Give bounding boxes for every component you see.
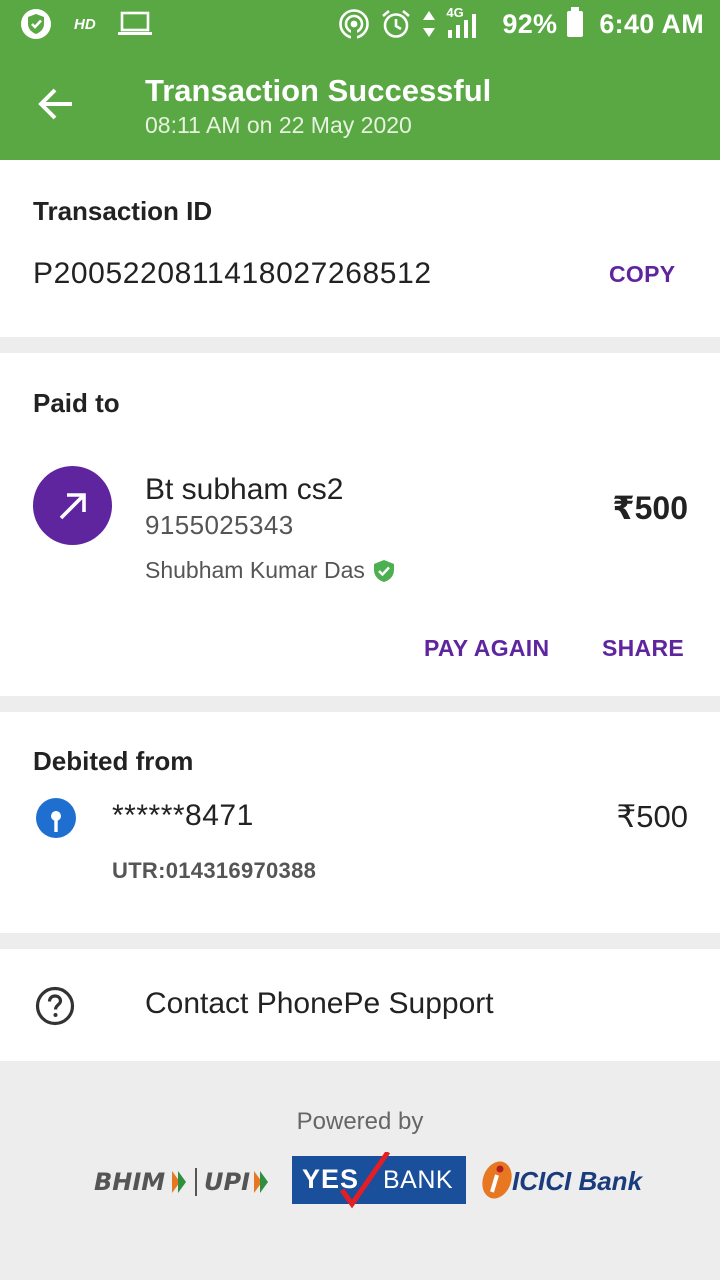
- powered-by-label: Powered by: [296, 1108, 424, 1135]
- back-arrow-icon[interactable]: [37, 85, 75, 123]
- payee-name: Bt subham cs2: [145, 473, 344, 506]
- bank-logo-text: BANK: [383, 1166, 454, 1194]
- battery-percent: 92%: [502, 8, 558, 39]
- signal-strength: 4G: [446, 5, 482, 40]
- transaction-datetime: 08:11 AM on 22 May 2020: [145, 112, 412, 138]
- partner-logos: BHIM UPI YES BANK ICICI Bank: [0, 1148, 720, 1212]
- debited-from-label: Debited from: [33, 746, 194, 776]
- app-header: Transaction Successful 08:11 AM on 22 Ma…: [0, 48, 720, 160]
- payee-avatar: [33, 466, 112, 545]
- shield-check-icon: [21, 9, 51, 39]
- bank-logo-icon: [36, 798, 76, 838]
- icici-logo-text: ICICI Bank: [512, 1166, 643, 1196]
- back-button[interactable]: [30, 78, 82, 130]
- status-bar: HD 4G 92% 6:40 AM: [0, 0, 720, 48]
- paid-amount: ₹500: [612, 490, 688, 526]
- hd-indicator: HD: [74, 15, 96, 33]
- debited-from-card: Debited from ******8471 UTR:014316970388…: [0, 712, 720, 933]
- icici-mark-icon: [482, 1161, 512, 1199]
- pay-again-button[interactable]: PAY AGAIN: [424, 635, 549, 662]
- battery-icon: [567, 7, 584, 37]
- copy-button[interactable]: COPY: [609, 261, 675, 288]
- status-right: 4G 92% 6:40 AM: [338, 5, 704, 40]
- debited-amount: ₹500: [616, 799, 688, 834]
- help-icon: [35, 986, 75, 1026]
- data-arrows-icon: [423, 11, 436, 37]
- alarm-icon: [382, 10, 411, 38]
- payee-phone: 9155025343: [145, 510, 294, 540]
- laptop-icon: [117, 11, 152, 35]
- page-title: Transaction Successful: [145, 73, 492, 108]
- signal-icon: [448, 14, 477, 38]
- transaction-id-value: P2005220811418027268512: [33, 257, 432, 290]
- transaction-id-label: Transaction ID: [33, 196, 213, 226]
- bhim-upi-logo: BHIM UPI: [94, 1168, 268, 1196]
- share-button[interactable]: SHARE: [602, 635, 684, 662]
- paid-to-card: Paid to Bt subham cs2 9155025343 Shubham…: [0, 353, 720, 696]
- contact-support-label: Contact PhonePe Support: [145, 987, 494, 1020]
- icici-bank-logo: ICICI Bank: [480, 1154, 660, 1206]
- clock: 6:40 AM: [599, 8, 704, 39]
- outgoing-arrow-icon: [59, 492, 86, 519]
- account-number: ******8471: [112, 799, 254, 832]
- transaction-id-card: Transaction ID P2005220811418027268512 C…: [0, 160, 720, 337]
- status-left: HD: [20, 8, 152, 40]
- utr-number: UTR:014316970388: [112, 858, 317, 883]
- yes-bank-logo: YES BANK: [292, 1152, 466, 1209]
- bhim-logo-text: BHIM: [94, 1168, 165, 1196]
- hotspot-icon: [339, 9, 370, 40]
- verified-name-text: Shubham Kumar Das: [145, 557, 365, 583]
- paid-to-label: Paid to: [33, 388, 120, 418]
- upi-logo-text: UPI: [204, 1168, 250, 1196]
- contact-support-row[interactable]: Contact PhonePe Support: [0, 949, 720, 1061]
- verified-shield-icon: [373, 559, 394, 582]
- payee-verified-name: Shubham Kumar Das: [145, 557, 395, 584]
